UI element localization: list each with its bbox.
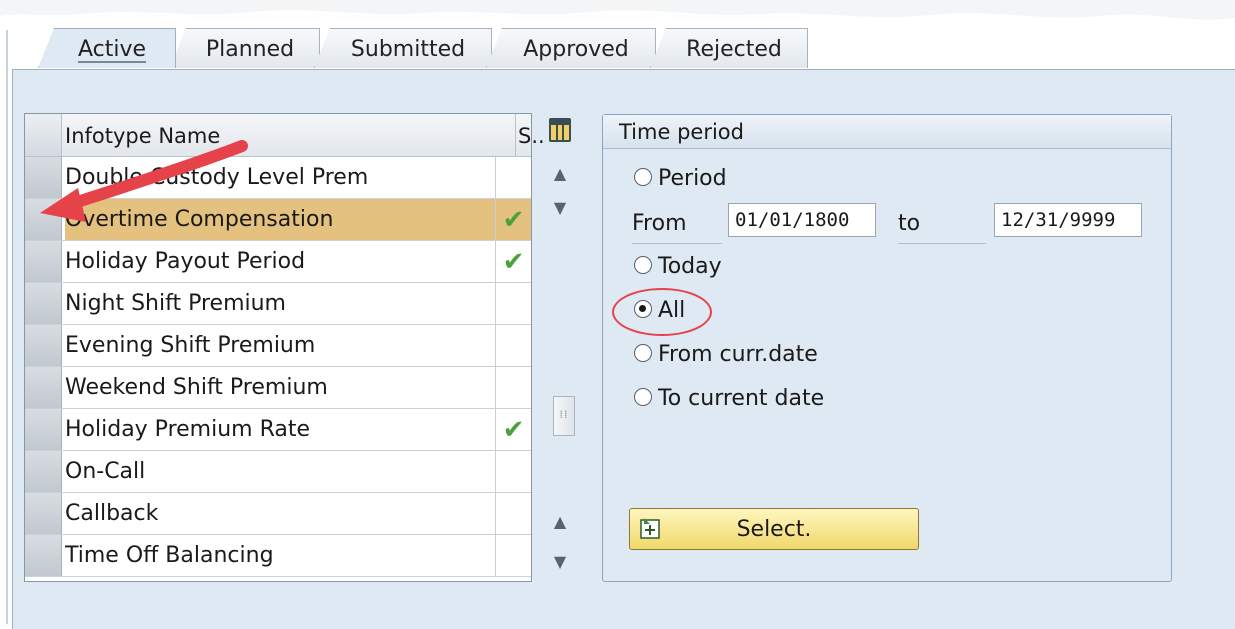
group-title: Time period (603, 115, 1171, 149)
radio-button-icon (634, 256, 652, 274)
to-date-input[interactable] (994, 203, 1142, 237)
row-selector[interactable] (25, 325, 62, 366)
table-row[interactable]: Holiday Payout Period ✔ (25, 241, 531, 283)
table-row[interactable]: Callback (25, 493, 531, 535)
infotype-name: Double Custody Level Prem (65, 157, 496, 198)
infotype-table: Infotype Name S.. Double Custody Level P… (24, 113, 545, 582)
tab-label: Active (77, 37, 147, 62)
table-row[interactable]: Holiday Premium Rate ✔ (25, 409, 531, 451)
infotype-name: On-Call (65, 451, 496, 492)
check-icon: ✔ (496, 199, 531, 240)
page-up-icon[interactable]: ▲ (550, 511, 570, 533)
select-icon (640, 518, 660, 539)
tab-submitted[interactable]: Submitted (314, 28, 492, 68)
tab-label: Approved (523, 37, 629, 62)
check-icon: ✔ (502, 415, 525, 445)
radio-button-icon (634, 168, 652, 186)
column-settings-icon[interactable] (549, 118, 571, 142)
tab-approved[interactable]: Approved (486, 28, 656, 68)
table-row[interactable]: Weekend Shift Premium (25, 367, 531, 409)
radio-label: Today (658, 254, 722, 279)
table-scrollbar: ▲ ▼ ▲ ▼ (540, 113, 580, 582)
status-cell (496, 535, 531, 576)
row-selector[interactable] (25, 283, 62, 324)
status-cell (496, 157, 531, 198)
infotype-name: Callback (65, 493, 496, 534)
infotype-name: Evening Shift Premium (65, 325, 496, 366)
infotype-name: Time Off Balancing (65, 535, 496, 576)
row-selector[interactable] (25, 199, 62, 240)
row-selector[interactable] (25, 493, 62, 534)
window-left-edge (6, 30, 8, 624)
radio-label: To current date (658, 386, 825, 411)
scroll-down-icon[interactable]: ▼ (550, 551, 570, 573)
to-label: to (898, 205, 986, 244)
status-cell (496, 283, 531, 324)
tab-rejected[interactable]: Rejected (650, 28, 808, 68)
status-cell (496, 325, 531, 366)
table-row[interactable]: On-Call (25, 451, 531, 493)
page-down-icon[interactable]: ▼ (550, 197, 570, 219)
tab-planned[interactable]: Planned (170, 28, 320, 68)
row-selector[interactable] (25, 451, 62, 492)
radio-button-icon (634, 344, 652, 362)
table-body: Double Custody Level Prem Overtime Compe… (25, 157, 531, 577)
radio-label: Period (658, 166, 727, 191)
tab-active[interactable]: Active (38, 28, 176, 68)
check-icon: ✔ (502, 247, 525, 277)
table-row[interactable]: Night Shift Premium (25, 283, 531, 325)
scroll-thumb[interactable]: ⁞⁞ (553, 396, 575, 436)
select-button[interactable]: Select. (629, 508, 919, 550)
scroll-up-icon[interactable]: ▲ (550, 163, 570, 185)
select-button-label: Select. (736, 517, 812, 542)
tab-label: Submitted (350, 37, 466, 62)
radio-button-icon (634, 388, 652, 406)
table-header: Infotype Name S.. (25, 114, 545, 157)
tab-strip: Active Planned Submitted Approved Reject… (38, 28, 818, 70)
tab-label: Planned (205, 37, 295, 62)
table-row[interactable]: Overtime Compensation ✔ (25, 199, 531, 241)
row-selector[interactable] (25, 241, 62, 282)
select-all-cell[interactable] (25, 114, 62, 156)
table-row[interactable]: Time Off Balancing (25, 535, 531, 577)
radio-label: From curr.date (658, 342, 818, 367)
from-label: From (632, 205, 722, 244)
grip-icon: ⁞⁞ (559, 408, 569, 421)
from-date-input[interactable] (728, 203, 876, 237)
row-selector[interactable] (25, 367, 62, 408)
infotype-name: Overtime Compensation (65, 199, 496, 240)
status-cell (496, 451, 531, 492)
tab-label: Rejected (686, 37, 782, 62)
status-cell (496, 493, 531, 534)
radio-button-checked-icon (634, 300, 652, 318)
row-selector[interactable] (25, 157, 62, 198)
radio-label: All (658, 298, 686, 323)
column-header-infotype-name[interactable]: Infotype Name (65, 114, 516, 156)
infotype-name: Night Shift Premium (65, 283, 496, 324)
status-cell (496, 367, 531, 408)
row-selector[interactable] (25, 535, 62, 576)
table-row[interactable]: Evening Shift Premium (25, 325, 531, 367)
infotype-name: Weekend Shift Premium (65, 367, 496, 408)
row-selector[interactable] (25, 409, 62, 450)
infotype-name: Holiday Payout Period (65, 241, 496, 282)
table-row[interactable]: Double Custody Level Prem (25, 157, 531, 199)
infotype-name: Holiday Premium Rate (65, 409, 496, 450)
